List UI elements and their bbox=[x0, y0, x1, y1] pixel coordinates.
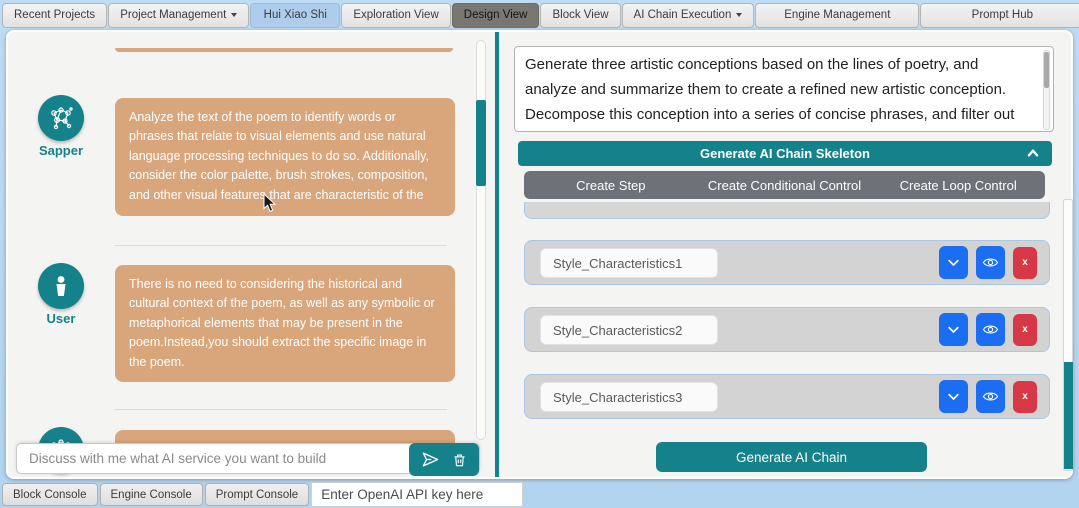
create-conditional-control-button[interactable]: Create Conditional Control bbox=[698, 178, 872, 193]
create-step-button[interactable]: Create Step bbox=[524, 178, 698, 193]
chat-scrollbar-thumb[interactable] bbox=[476, 100, 486, 186]
close-icon: x bbox=[1022, 391, 1028, 402]
user-message-bubble: There is no need to considering the hist… bbox=[115, 265, 455, 382]
chevron-down-icon bbox=[948, 326, 959, 333]
generate-skeleton-header[interactable]: Generate AI Chain Skeleton bbox=[518, 141, 1052, 166]
user-avatar bbox=[38, 263, 84, 309]
step-row: x bbox=[524, 307, 1050, 352]
tab-design-view[interactable]: Design View bbox=[451, 2, 540, 28]
prompt-scrollbar-thumb[interactable] bbox=[1044, 52, 1049, 88]
chevron-up-icon[interactable] bbox=[1026, 146, 1040, 160]
view-step-button[interactable] bbox=[976, 246, 1005, 279]
step-row: x bbox=[524, 374, 1050, 419]
trash-icon[interactable] bbox=[452, 452, 467, 468]
tab-label: Hui Xiao Shi bbox=[263, 9, 327, 21]
expand-step-button[interactable] bbox=[939, 246, 968, 279]
tab-ai-chain-execution[interactable]: AI Chain Execution bbox=[621, 2, 755, 28]
prompt-textarea[interactable] bbox=[515, 47, 1039, 131]
prompt-console-button[interactable]: Prompt Console bbox=[204, 483, 310, 506]
sapper-message-bubble: Analyze the text of the poem to identify… bbox=[115, 98, 455, 216]
eye-icon bbox=[982, 392, 999, 401]
header-label: Generate AI Chain Skeleton bbox=[699, 146, 870, 161]
caret-down-icon bbox=[231, 13, 238, 17]
user-label: User bbox=[46, 311, 76, 326]
step-list-scrollbar-thumb[interactable] bbox=[1064, 362, 1073, 469]
expand-step-button[interactable] bbox=[939, 380, 968, 413]
message-divider bbox=[115, 409, 447, 410]
tab-label: Project Management bbox=[120, 9, 227, 21]
step-name-input[interactable] bbox=[540, 315, 718, 345]
eye-icon bbox=[982, 325, 999, 334]
step-row-buttons: x bbox=[939, 380, 1037, 413]
delete-step-button[interactable]: x bbox=[1013, 380, 1037, 413]
engine-management-button[interactable]: Engine Management bbox=[755, 2, 920, 28]
tab-block-view[interactable]: Block View bbox=[540, 2, 621, 28]
close-icon: x bbox=[1022, 257, 1028, 268]
tab-label: Block View bbox=[552, 9, 609, 21]
step-row-buttons: x bbox=[939, 246, 1037, 279]
sapper-label: Sapper bbox=[38, 143, 84, 158]
design-panel: Generate AI Chain Skeleton Create Step C… bbox=[502, 32, 1073, 477]
tab-label: AI Chain Execution bbox=[633, 9, 732, 21]
chevron-down-icon bbox=[948, 393, 959, 400]
step-name-input[interactable] bbox=[540, 382, 718, 412]
tab-exploration-view[interactable]: Exploration View bbox=[341, 2, 451, 28]
engine-console-button[interactable]: Engine Console bbox=[99, 483, 203, 506]
top-nav-bar: Recent Projects Project Management Hui X… bbox=[0, 0, 1079, 30]
tab-label: Design View bbox=[463, 9, 528, 21]
network-icon bbox=[51, 107, 73, 130]
chevron-down-icon bbox=[948, 259, 959, 266]
tab-project-management[interactable]: Project Management bbox=[108, 2, 250, 28]
expand-step-button[interactable] bbox=[939, 313, 968, 346]
step-name-input[interactable] bbox=[540, 248, 718, 278]
panel-divider bbox=[495, 32, 499, 477]
step-row-partial bbox=[524, 202, 1050, 219]
chat-input-bar bbox=[16, 443, 480, 476]
delete-step-button[interactable]: x bbox=[1013, 313, 1037, 346]
create-loop-control-button[interactable]: Create Loop Control bbox=[871, 178, 1045, 193]
tab-label: Recent Projects bbox=[14, 9, 96, 21]
main-container: Sapper Analyze the text of the poem to i… bbox=[6, 30, 1073, 479]
button-label: Engine Management bbox=[784, 9, 891, 21]
previous-message-edge bbox=[115, 48, 453, 52]
prompt-hub-button[interactable]: Prompt Hub bbox=[920, 2, 1079, 28]
button-label: Prompt Hub bbox=[971, 9, 1034, 21]
block-console-button[interactable]: Block Console bbox=[2, 483, 98, 506]
send-icon[interactable] bbox=[421, 450, 440, 469]
chat-action-group bbox=[409, 443, 479, 476]
step-row-buttons: x bbox=[939, 313, 1037, 346]
tab-label: Exploration View bbox=[353, 9, 439, 21]
view-step-button[interactable] bbox=[976, 380, 1005, 413]
openai-api-key-input[interactable] bbox=[311, 482, 524, 507]
eye-icon bbox=[982, 258, 999, 267]
bottom-bar: Block Console Engine Console Prompt Cons… bbox=[0, 481, 1079, 508]
generate-ai-chain-button[interactable]: Generate AI Chain bbox=[656, 442, 927, 472]
chat-panel: Sapper Analyze the text of the poem to i… bbox=[8, 32, 495, 477]
step-row: x bbox=[524, 240, 1050, 285]
tab-hui-xiao-shi[interactable]: Hui Xiao Shi bbox=[250, 2, 341, 28]
message-divider bbox=[115, 245, 447, 246]
prompt-box bbox=[514, 46, 1054, 132]
view-step-button[interactable] bbox=[976, 313, 1005, 346]
delete-step-button[interactable]: x bbox=[1013, 246, 1037, 279]
close-icon: x bbox=[1022, 324, 1028, 335]
sapper-avatar bbox=[38, 95, 84, 141]
caret-down-icon bbox=[736, 13, 743, 17]
person-icon bbox=[56, 276, 66, 296]
tab-recent-projects[interactable]: Recent Projects bbox=[2, 2, 108, 28]
step-toolbar: Create Step Create Conditional Control C… bbox=[524, 171, 1045, 199]
